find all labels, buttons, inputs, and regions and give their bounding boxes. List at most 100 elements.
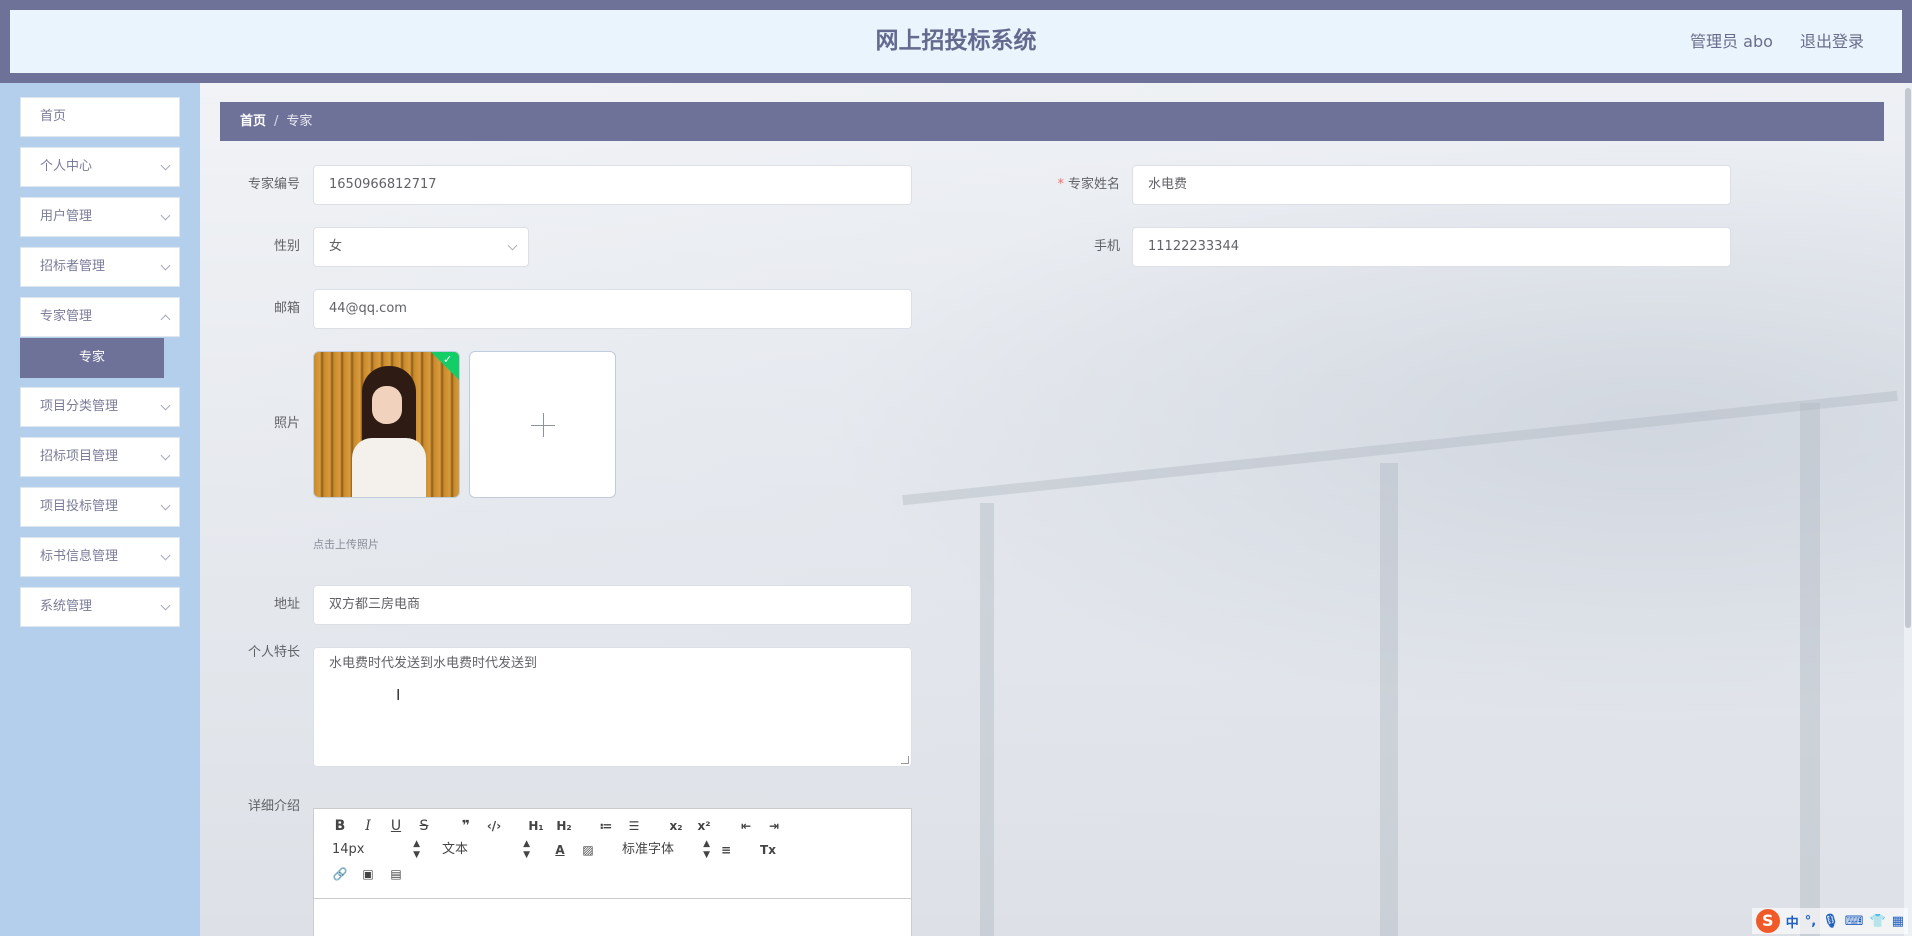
photo-upload-hint: 点击上传照片 [313, 538, 379, 551]
address-label: 地址 [273, 597, 300, 612]
sidebar-item-system-management[interactable]: 系统管理 [20, 587, 180, 627]
phone-input[interactable]: 11122233344 [1132, 227, 1731, 267]
plus-icon [543, 413, 544, 437]
subscript-icon[interactable]: x₂ [662, 815, 690, 837]
sidebar: 首页 个人中心 用户管理 招标者管理 专家管理 专家 项目分类管理 招标项目管理… [0, 83, 200, 936]
sidebar-item-project-category[interactable]: 项目分类管理 [20, 387, 180, 427]
user-info: 管理员 abo 退出登录 [1668, 10, 1864, 73]
scrollbar-thumb[interactable] [1905, 88, 1911, 628]
system-title: 网上招投标系统 [875, 28, 1037, 54]
outdent-icon[interactable]: ⇤ [732, 815, 760, 837]
sidebar-item-label: 项目分类管理 [40, 399, 119, 414]
updown-icon: ▲ ▼ [703, 839, 710, 860]
blockquote-icon[interactable]: ❞ [452, 815, 480, 837]
chevron-down-icon [160, 210, 171, 221]
font-family-picker[interactable]: 标准字体 ▲ ▼ [616, 839, 712, 861]
gender-select[interactable]: 女 [313, 227, 529, 267]
address-input[interactable]: 双方都三房电商 [313, 585, 912, 625]
underline-icon[interactable]: U [382, 815, 410, 837]
toolbar-row: 🔗 ▣ ▤ [326, 863, 410, 885]
font-color-icon[interactable]: A [546, 839, 574, 861]
specialty-label: 个人特长 [247, 645, 300, 660]
sidebar-item-bidder-management[interactable]: 招标者管理 [20, 247, 180, 287]
current-user-label: 管理员 abo [1690, 32, 1773, 51]
check-icon: ✓ [443, 353, 453, 366]
expert-name-label-text: 专家姓名 [1067, 177, 1120, 192]
expert-name-input[interactable]: 水电费 [1132, 165, 1731, 205]
heading-2-icon[interactable]: H₂ [550, 815, 578, 837]
logout-button[interactable]: 退出登录 [1800, 32, 1864, 51]
detail-label: 详细介绍 [247, 799, 300, 814]
expert-no-input[interactable]: 1650966812717 [313, 165, 912, 205]
italic-icon[interactable]: I [354, 815, 382, 837]
breadcrumb: 首页 / 专家 [220, 102, 1884, 141]
background-color-icon[interactable]: ▨ [574, 839, 602, 861]
text-cursor-icon: I [396, 686, 401, 704]
sidebar-item-bid-document[interactable]: 标书信息管理 [20, 537, 180, 577]
sidebar-item-project-bid[interactable]: 项目投标管理 [20, 487, 180, 527]
specialty-textarea[interactable]: 水电费时代发送到水电费时代发送到 [313, 647, 912, 767]
resize-handle[interactable] [901, 756, 909, 764]
superscript-icon[interactable]: x² [690, 815, 718, 837]
sidebar-item-personal-center[interactable]: 个人中心 [20, 147, 180, 187]
chevron-down-icon [160, 160, 171, 171]
strikethrough-icon[interactable]: S [410, 815, 438, 837]
sidebar-item-expert-management[interactable]: 专家管理 [20, 297, 180, 337]
sogou-ime-icon[interactable]: S [1755, 909, 1780, 933]
font-size-picker[interactable]: 14px ▲ ▼ [326, 839, 422, 861]
sidebar-subitem-expert[interactable]: 专家 [20, 338, 164, 378]
chevron-down-icon [160, 600, 171, 611]
top-header: 网上招投标系统 管理员 abo 退出登录 [0, 0, 1912, 83]
keyboard-icon[interactable]: ⌨ [1845, 914, 1864, 929]
uploaded-photo-thumbnail[interactable]: ✓ [313, 351, 460, 498]
breadcrumb-home[interactable]: 首页 [240, 114, 266, 129]
photo-upload-button[interactable] [469, 351, 616, 498]
ime-language-toggle[interactable]: 中 [1786, 912, 1799, 931]
sidebar-item-tender-project[interactable]: 招标项目管理 [20, 437, 180, 477]
toolbar-row: B I U S ❞ ‹/› H₁ H₂ ≔ ☰ x₂ x² ⇤ ⇥ [326, 815, 788, 837]
sidebar-item-label: 系统管理 [40, 599, 93, 614]
toolbox-icon[interactable]: ▦ [1892, 914, 1904, 929]
punctuation-icon[interactable]: °, [1805, 914, 1816, 929]
editor-toolbar: B I U S ❞ ‹/› H₁ H₂ ≔ ☰ x₂ x² ⇤ ⇥ 14px ▲… [314, 809, 911, 899]
photo-label: 照片 [273, 416, 300, 431]
header-panel: 网上招投标系统 管理员 abo 退出登录 [10, 10, 1902, 73]
sidebar-item-home[interactable]: 首页 [20, 97, 180, 137]
updown-icon: ▲ ▼ [413, 839, 420, 860]
format-picker[interactable]: 文本 ▲ ▼ [436, 839, 532, 861]
clear-format-icon[interactable]: Tx [754, 839, 782, 861]
sidebar-item-label: 用户管理 [40, 209, 93, 224]
microphone-icon[interactable]: 🎙 [1822, 914, 1839, 929]
rich-text-editor: B I U S ❞ ‹/› H₁ H₂ ≔ ☰ x₂ x² ⇤ ⇥ 14px ▲… [313, 808, 912, 936]
skin-icon[interactable]: 👕 [1870, 914, 1886, 929]
photo-content [372, 386, 402, 424]
sidebar-item-user-management[interactable]: 用户管理 [20, 197, 180, 237]
background-decoration [980, 503, 994, 936]
expert-name-label: * 专家姓名 [1000, 165, 1120, 205]
background-decoration [1380, 463, 1398, 936]
ordered-list-icon[interactable]: ≔ [592, 815, 620, 837]
indent-icon[interactable]: ⇥ [760, 815, 788, 837]
heading-1-icon[interactable]: H₁ [522, 815, 550, 837]
sidebar-item-label: 招标者管理 [40, 259, 106, 274]
breadcrumb-current: 专家 [286, 114, 313, 129]
image-icon[interactable]: ▣ [354, 863, 382, 885]
code-block-icon[interactable]: ‹/› [480, 815, 508, 837]
bullet-list-icon[interactable]: ☰ [620, 815, 648, 837]
font-family-value: 标准字体 [622, 842, 675, 857]
align-icon[interactable]: ≡ [712, 839, 740, 861]
chevron-down-icon [160, 500, 171, 511]
breadcrumb-separator: / [274, 114, 279, 129]
gender-label: 性别 [273, 239, 300, 254]
video-icon[interactable]: ▤ [382, 863, 410, 885]
chevron-down-icon [160, 400, 171, 411]
email-input[interactable]: 44@qq.com [313, 289, 912, 329]
email-label: 邮箱 [273, 301, 300, 316]
specialty-text: 水电费时代发送到水电费时代发送到 [329, 656, 538, 671]
required-mark: * [1057, 177, 1064, 192]
link-icon[interactable]: 🔗 [326, 863, 354, 885]
expert-no-label: 专家编号 [247, 177, 300, 192]
background-decoration [902, 390, 1898, 506]
bold-icon[interactable]: B [326, 815, 354, 837]
sidebar-item-label: 首页 [40, 109, 67, 124]
